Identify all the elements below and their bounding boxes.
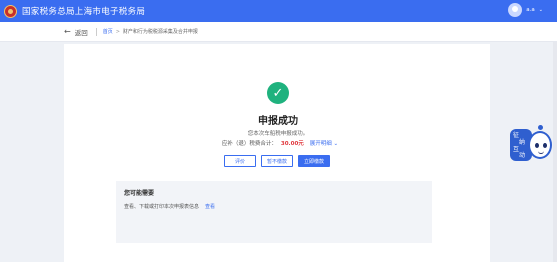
- assistant-char[interactable]: 动: [519, 153, 525, 159]
- robot-mouth-icon: [538, 151, 544, 154]
- top-header-bar: 国家税务总局上海市电子税务局 a.a ⌄: [0, 0, 557, 22]
- scrollbar[interactable]: [553, 42, 557, 262]
- page-title: 申报成功: [258, 116, 298, 127]
- assistant-widget[interactable]: 征 纳 互 动: [510, 125, 552, 163]
- suggestion-text-row: 查看、下载或打印本次申报表信息 查看: [124, 203, 215, 210]
- app-title: 国家税务总局上海市电子税务局: [22, 7, 146, 17]
- breadcrumb-home-link[interactable]: 首页: [103, 28, 113, 35]
- expand-detail-link[interactable]: 展开明细 ⌄: [310, 139, 338, 147]
- breadcrumb-current: 财产和行为税税源采集及合并申报: [122, 29, 198, 35]
- success-check-icon: ✓: [267, 82, 289, 104]
- tax-total-amount: 30.00元: [280, 141, 304, 147]
- evaluate-button[interactable]: 评价: [224, 155, 256, 167]
- user-menu[interactable]: a.a ⌄: [508, 3, 543, 17]
- robot-antenna-icon: [538, 125, 543, 130]
- robot-eye-icon: [543, 143, 547, 148]
- success-notice: 您本次车船税申报成功。: [247, 131, 309, 137]
- suggestion-panel: 您可能需要 查看、下载或打印本次申报表信息 查看: [116, 181, 432, 243]
- breadcrumb-bar: ← 返回 首页 > 财产和行为税税源采集及合并申报: [0, 22, 557, 42]
- divider: [95, 27, 97, 36]
- suggestion-title: 您可能需要: [124, 190, 155, 197]
- avatar[interactable]: [508, 3, 523, 17]
- robot-eye-icon: [535, 143, 539, 148]
- breadcrumb: 首页 > 财产和行为税税源采集及合并申报: [103, 28, 198, 36]
- user-name[interactable]: a.a: [526, 7, 535, 13]
- chevron-down-icon[interactable]: ⌄: [539, 7, 543, 13]
- arrow-left-icon[interactable]: ←: [64, 27, 71, 36]
- pay-later-button[interactable]: 暂不缴款: [261, 155, 293, 167]
- tax-summary: 应补（退）税费合计： 30.00元 展开明细 ⌄: [210, 139, 350, 147]
- tax-bureau-logo-icon: [4, 4, 17, 18]
- back-label[interactable]: 返回: [75, 27, 88, 37]
- robot-assistant-icon[interactable]: [528, 131, 552, 159]
- view-declaration-link[interactable]: 查看: [205, 203, 215, 210]
- assistant-char[interactable]: 纳: [519, 140, 525, 146]
- breadcrumb-separator: >: [115, 28, 120, 35]
- back-button[interactable]: ← 返回: [64, 27, 88, 37]
- pay-now-button[interactable]: 立即缴款: [298, 155, 330, 167]
- tax-total-label: 应补（退）税费合计：: [221, 141, 277, 147]
- suggestion-text: 查看、下载或打印本次申报表信息: [124, 204, 200, 210]
